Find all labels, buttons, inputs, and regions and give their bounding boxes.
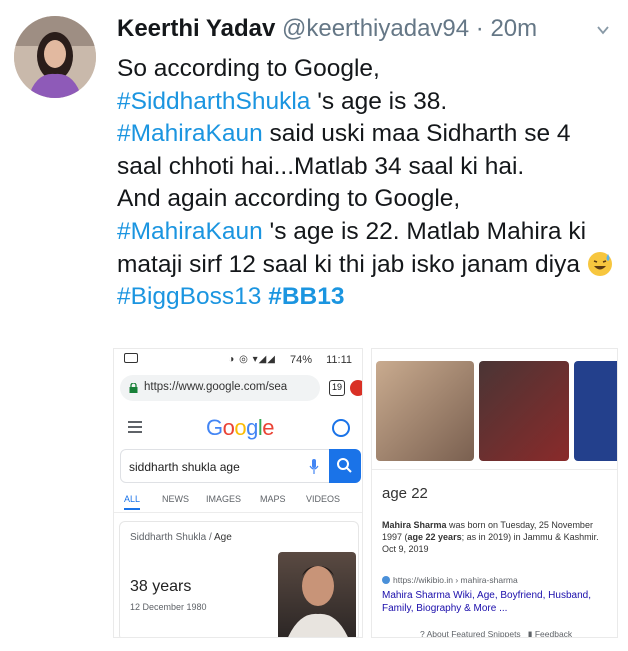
author-name[interactable]: Keerthi Yadav bbox=[117, 15, 275, 42]
feedback-link[interactable]: Feedback bbox=[535, 629, 572, 637]
site-icon bbox=[382, 576, 390, 584]
hashtag-link[interactable]: #BiggBoss13 bbox=[117, 283, 261, 310]
gallery-icon bbox=[124, 353, 138, 363]
image-thumbnail[interactable] bbox=[376, 361, 474, 461]
source-url: https://wikibio.in › mahira-sharma bbox=[393, 575, 518, 585]
search-icon bbox=[337, 458, 352, 473]
breadcrumb: Siddharth Shukla / Age bbox=[130, 532, 232, 543]
clock: 11:11 bbox=[326, 354, 352, 366]
tweet-header: Keerthi Yadav @keerthiyadav94 · 20m bbox=[117, 15, 537, 43]
battery-level: 74% bbox=[289, 354, 312, 366]
url-text: https://www.google.com/sea bbox=[144, 381, 288, 393]
age-answer-card: Siddharth Shukla / Age 38 years 12 Decem… bbox=[119, 521, 359, 637]
logo-letter: g bbox=[246, 415, 258, 440]
tweet-line: 's age is 38. bbox=[310, 87, 448, 115]
avatar[interactable] bbox=[14, 16, 96, 98]
time-separator: · bbox=[469, 15, 491, 42]
search-query: siddharth shukla age bbox=[129, 460, 240, 474]
tweet-timestamp[interactable]: 20m bbox=[490, 15, 537, 42]
logo-letter: G bbox=[206, 415, 223, 440]
google-screenshot-left[interactable]: ◑ ◎ ▾◢◢ 74% 11:11 https://www.google.com… bbox=[113, 348, 363, 638]
snippet-footer: ? About Featured Snippets ▮ Feedback bbox=[420, 629, 572, 638]
lock-icon bbox=[129, 383, 138, 393]
url-bar[interactable]: https://www.google.com/sea bbox=[120, 375, 320, 401]
featured-snippet: Mahira Sharma was born on Tuesday, 25 No… bbox=[382, 519, 610, 555]
google-header: Google bbox=[114, 409, 362, 449]
tab-videos[interactable]: VIDEOS bbox=[306, 494, 340, 504]
google-logo[interactable]: Google bbox=[206, 415, 275, 441]
tab-news[interactable]: NEWS bbox=[162, 494, 189, 504]
image-thumbnail[interactable] bbox=[479, 361, 569, 461]
hashtag-link[interactable]: #BB13 bbox=[268, 283, 344, 310]
age-value: 38 years bbox=[130, 578, 192, 595]
search-tabs: ALL NEWS IMAGES MAPS VIDEOS bbox=[114, 491, 362, 513]
tweet-line: So according to Google, bbox=[117, 55, 380, 82]
logo-letter: o bbox=[222, 415, 235, 440]
logo-letter: o bbox=[234, 415, 247, 440]
account-icon[interactable] bbox=[332, 419, 350, 437]
signal-icons: ◑ ◎ ▾◢◢ bbox=[228, 354, 276, 365]
snippet-name: Mahira Sharma bbox=[382, 520, 447, 530]
tab-maps[interactable]: MAPS bbox=[260, 494, 286, 504]
image-thumbnail[interactable] bbox=[574, 361, 617, 461]
image-strip bbox=[372, 349, 617, 461]
sweat-smile-emoji bbox=[587, 251, 612, 276]
breadcrumb-sep: / bbox=[206, 532, 214, 543]
feedback-icon: ▮ bbox=[527, 629, 533, 638]
tab-count-button[interactable]: 19 bbox=[329, 380, 345, 396]
hashtag-link[interactable]: #MahiraKaun bbox=[117, 120, 263, 147]
tweet-text: So according to Google, #SiddharthShukla… bbox=[117, 53, 622, 314]
help-icon: ? bbox=[420, 629, 425, 638]
breadcrumb-attr: Age bbox=[213, 532, 232, 543]
chevron-down-icon[interactable] bbox=[596, 23, 610, 37]
tweet-line: And again according to Google, bbox=[117, 185, 461, 213]
update-icon[interactable] bbox=[350, 380, 362, 396]
snippet-source[interactable]: https://wikibio.in › mahira-sharma bbox=[382, 575, 518, 585]
search-input[interactable]: siddharth shukla age bbox=[120, 449, 361, 483]
portrait-image bbox=[288, 566, 348, 637]
search-button[interactable] bbox=[329, 449, 361, 483]
google-screenshot-right[interactable]: age 22 Mahira Sharma was born on Tuesday… bbox=[371, 348, 618, 638]
hashtag-link[interactable]: #SiddharthShukla bbox=[117, 88, 310, 115]
author-handle[interactable]: @keerthiyadav94 bbox=[282, 15, 469, 42]
breadcrumb-name[interactable]: Siddharth Shukla bbox=[130, 532, 206, 543]
snippet-answer: age 22 bbox=[382, 485, 428, 502]
profile-photo bbox=[14, 16, 96, 98]
tweet-media[interactable]: ◑ ◎ ▾◢◢ 74% 11:11 https://www.google.com… bbox=[113, 348, 618, 643]
tab-all[interactable]: ALL bbox=[124, 494, 141, 510]
menu-icon[interactable] bbox=[128, 421, 142, 433]
phone-status-bar: ◑ ◎ ▾◢◢ 74% 11:11 bbox=[114, 349, 362, 373]
person-photo[interactable] bbox=[278, 552, 356, 637]
tab-images[interactable]: IMAGES bbox=[206, 494, 241, 504]
birth-date: 12 December 1980 bbox=[130, 602, 207, 612]
result-link[interactable]: Mahira Sharma Wiki, Age, Boyfriend, Husb… bbox=[382, 589, 612, 615]
logo-letter: e bbox=[262, 415, 275, 440]
hashtag-link[interactable]: #MahiraKaun bbox=[117, 218, 263, 245]
snippet-age: age 22 years bbox=[407, 532, 462, 542]
divider bbox=[372, 469, 617, 470]
mic-icon[interactable] bbox=[309, 459, 319, 474]
about-snippets-link[interactable]: About Featured Snippets bbox=[427, 629, 521, 637]
